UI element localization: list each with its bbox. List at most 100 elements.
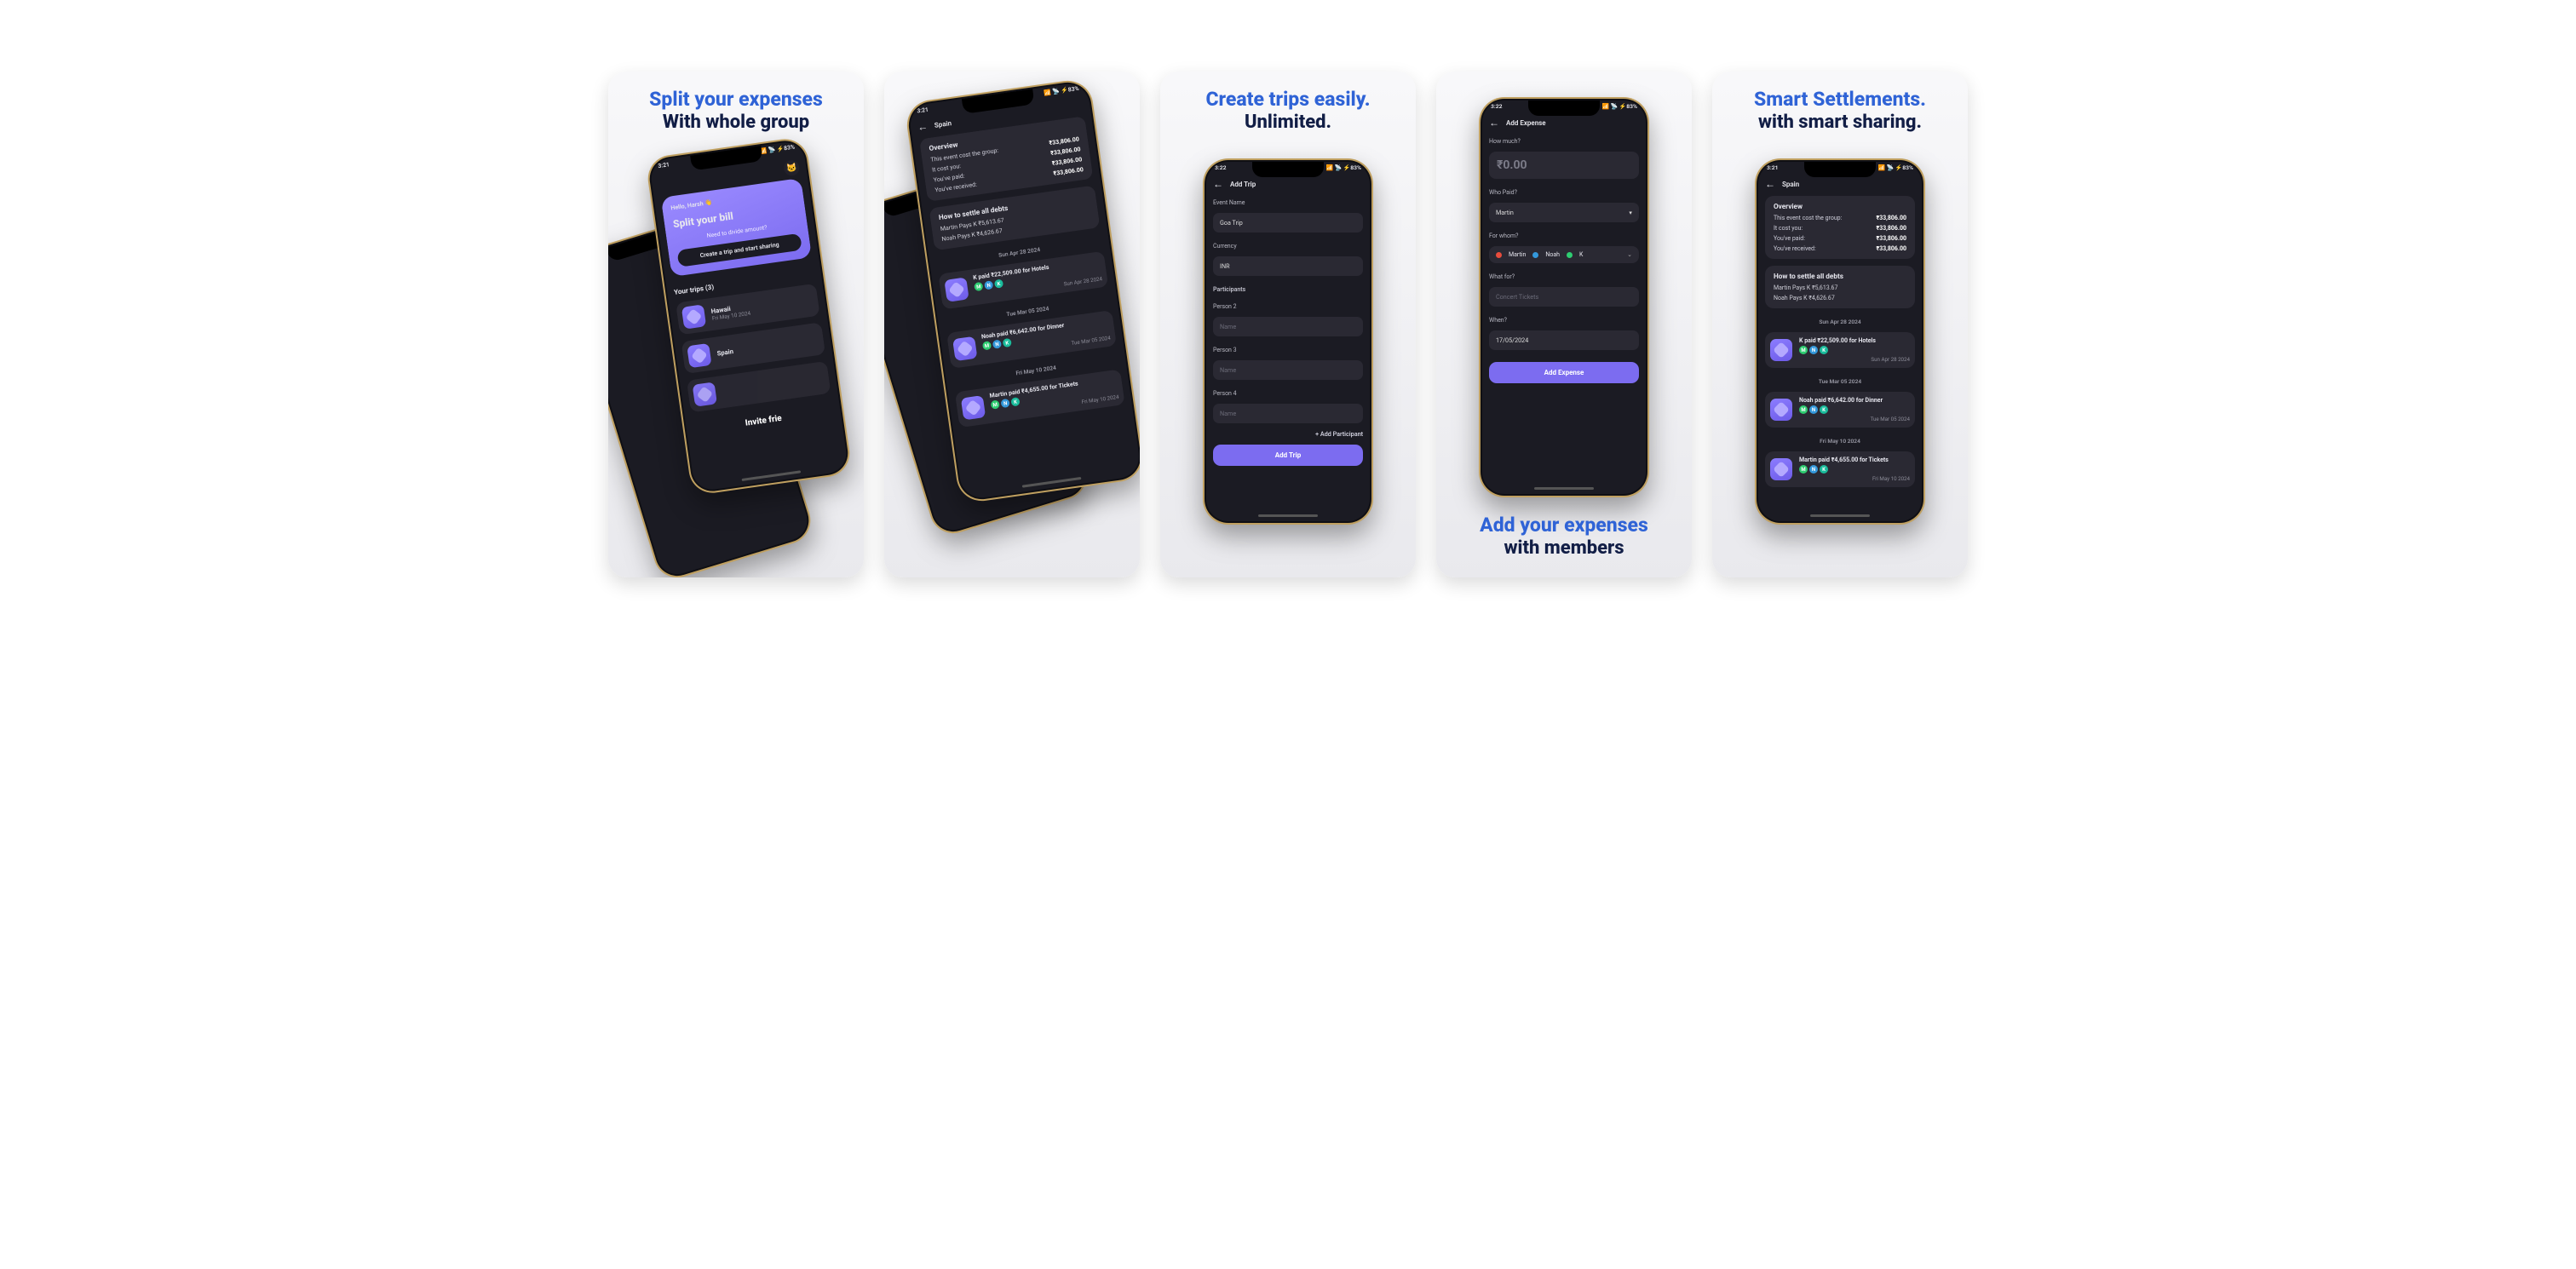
settle-line: Martin Pays K ₹5,613.67 bbox=[1774, 284, 1906, 291]
back-icon[interactable]: ← bbox=[1489, 118, 1499, 128]
expense-icon bbox=[1770, 458, 1792, 480]
status-indicators: 📶 📡 ⚡83% bbox=[1601, 103, 1637, 110]
label-event-name: Event Name bbox=[1213, 199, 1363, 206]
person3-input[interactable]: Name bbox=[1213, 360, 1363, 380]
expense-date-header: Tue Mar 05 2024 bbox=[1765, 378, 1915, 385]
mkt-title: Smart Settlements. bbox=[1754, 89, 1926, 110]
status-indicators: 📶 📡 ⚡83% bbox=[1325, 164, 1361, 171]
screen-title: Add Expense bbox=[1506, 119, 1546, 127]
expense-date: Tue Mar 05 2024 bbox=[1799, 416, 1910, 422]
payer-select[interactable]: Martin ▾ bbox=[1489, 203, 1639, 222]
expense-date-header: Sun Apr 28 2024 bbox=[1765, 319, 1915, 325]
back-icon[interactable]: ← bbox=[1213, 179, 1223, 189]
screen-title: Spain bbox=[934, 119, 952, 129]
member-dot-icon bbox=[1496, 252, 1502, 258]
status-time: 3:22 bbox=[1215, 164, 1227, 171]
label-currency: Currency bbox=[1213, 243, 1363, 250]
mkt-subtitle: with members bbox=[1436, 537, 1692, 559]
phone-mock-settlements: 3:21 📶 📡 ⚡83% ← Spain Overview This even… bbox=[1755, 158, 1925, 525]
trip-icon bbox=[681, 305, 706, 330]
expense-title: K paid ₹22,509.00 for Hotels bbox=[1799, 337, 1910, 344]
screenshot-gallery: Split your expenses With whole group 3:2… bbox=[0, 0, 2576, 649]
promo-card-5: Smart Settlements. with smart sharing. 3… bbox=[1712, 72, 1968, 577]
expense-icon bbox=[944, 277, 969, 301]
back-icon[interactable]: ← bbox=[1765, 179, 1775, 189]
trip-name: Spain bbox=[716, 347, 733, 358]
settle-panel: How to settle all debts Martin Pays K ₹5… bbox=[1765, 266, 1915, 308]
home-indicator bbox=[1810, 514, 1870, 517]
home-indicator bbox=[1534, 487, 1594, 490]
mkt-subtitle: with smart sharing. bbox=[1758, 112, 1922, 133]
label-person4: Person 4 bbox=[1213, 390, 1363, 397]
phone-notch bbox=[1528, 100, 1600, 116]
expense-title: Martin paid ₹4,655.00 for Tickets bbox=[1799, 456, 1910, 463]
phone-notch bbox=[1804, 162, 1876, 177]
promo-card-4: 3:22 📶 📡 ⚡83% ← Add Expense How much? ₹0… bbox=[1436, 72, 1692, 577]
overview-row: You've received:₹33,806.00 bbox=[1774, 245, 1906, 252]
expense-date: Fri May 10 2024 bbox=[1799, 475, 1910, 482]
phone-notch bbox=[690, 146, 763, 171]
label-participants: Participants bbox=[1213, 286, 1363, 293]
chip-label: Noah bbox=[1545, 251, 1560, 258]
phone-mock-add-expense: 3:22 📶 📡 ⚡83% ← Add Expense How much? ₹0… bbox=[1479, 97, 1649, 497]
label-how-much: How much? bbox=[1489, 138, 1639, 145]
phone-mock-add-trip: 3:22 📶 📡 ⚡83% ← Add Trip Event Name Goa … bbox=[1203, 158, 1373, 525]
for-whom-select[interactable]: Martin Noah K ⌄ bbox=[1489, 246, 1639, 263]
phone-notch bbox=[1252, 162, 1324, 177]
expense-title: Noah paid ₹6,642.00 for Dinner bbox=[1799, 397, 1910, 404]
back-icon[interactable]: ← bbox=[917, 121, 929, 133]
member-dot-icon bbox=[1567, 252, 1573, 258]
invite-teaser: Invite frie bbox=[693, 407, 834, 436]
person4-input[interactable]: Name bbox=[1213, 404, 1363, 423]
event-name-input[interactable]: Goa Trip bbox=[1213, 213, 1363, 233]
label-when: When? bbox=[1489, 317, 1639, 324]
expense-row[interactable]: Martin paid ₹4,655.00 for Tickets MNK Fr… bbox=[1765, 451, 1915, 487]
home-indicator bbox=[1258, 514, 1318, 517]
trip-icon bbox=[687, 343, 711, 368]
when-input[interactable]: 17/05/2024 bbox=[1489, 330, 1639, 350]
status-indicators: 📶 📡 ⚡83% bbox=[759, 144, 795, 156]
mkt-title: Create trips easily. bbox=[1205, 89, 1370, 110]
overview-row: It cost you:₹33,806.00 bbox=[1774, 225, 1906, 232]
chevron-down-icon: ▾ bbox=[1629, 209, 1632, 216]
status-time: 3:21 bbox=[658, 162, 670, 170]
mkt-title: Add your expenses bbox=[1436, 514, 1692, 536]
expense-date-header: Fri May 10 2024 bbox=[1765, 438, 1915, 445]
status-indicators: 📶 📡 ⚡83% bbox=[1044, 85, 1079, 97]
add-trip-button[interactable]: Add Trip bbox=[1213, 445, 1363, 466]
add-expense-button[interactable]: Add Expense bbox=[1489, 362, 1639, 383]
status-time: 3:21 bbox=[917, 106, 929, 115]
label-for-whom: For whom? bbox=[1489, 233, 1639, 239]
currency-input[interactable]: INR bbox=[1213, 256, 1363, 276]
expense-icon bbox=[952, 336, 977, 361]
promo-card-1: Split your expenses With whole group 3:2… bbox=[608, 72, 864, 577]
trip-icon bbox=[693, 382, 717, 407]
overview-panel: Overview This event cost the group:₹33,8… bbox=[1765, 196, 1915, 259]
add-participant-button[interactable]: + Add Participant bbox=[1213, 430, 1363, 438]
mkt-subtitle: With whole group bbox=[663, 112, 809, 133]
title-bar: ← Add Trip bbox=[1213, 179, 1363, 189]
label-what-for: What for? bbox=[1489, 273, 1639, 280]
member-dot-icon bbox=[1532, 252, 1538, 258]
label-person2: Person 2 bbox=[1213, 303, 1363, 310]
chevron-down-icon: ⌄ bbox=[1627, 251, 1632, 258]
overview-header: Overview bbox=[1774, 203, 1906, 211]
what-for-input[interactable]: Concert Tickets bbox=[1489, 287, 1639, 307]
expense-row[interactable]: Noah paid ₹6,642.00 for Dinner MNK Tue M… bbox=[1765, 392, 1915, 428]
expense-date: Sun Apr 28 2024 bbox=[1799, 356, 1910, 363]
member-avatars: MNK bbox=[1799, 405, 1910, 414]
promo-card-2: 3:21 📶 📡 ⚡83% ← Spain Overview This even… bbox=[884, 72, 1140, 577]
expense-row[interactable]: K paid ₹22,509.00 for Hotels MNK Sun Apr… bbox=[1765, 332, 1915, 368]
status-time: 3:21 bbox=[1767, 164, 1779, 171]
title-bar: ← Add Expense bbox=[1489, 118, 1639, 128]
amount-input[interactable]: ₹0.00 bbox=[1489, 152, 1639, 179]
screen-title: Add Trip bbox=[1230, 181, 1256, 188]
mkt-subtitle: Unlimited. bbox=[1245, 112, 1331, 133]
expense-icon bbox=[1770, 339, 1792, 361]
title-bar: ← Spain bbox=[1765, 179, 1915, 189]
status-time: 3:22 bbox=[1491, 103, 1503, 110]
settle-header: How to settle all debts bbox=[1774, 273, 1906, 281]
person2-input[interactable]: Name bbox=[1213, 317, 1363, 336]
expense-icon bbox=[1770, 399, 1792, 421]
chip-label: Martin bbox=[1509, 251, 1526, 258]
